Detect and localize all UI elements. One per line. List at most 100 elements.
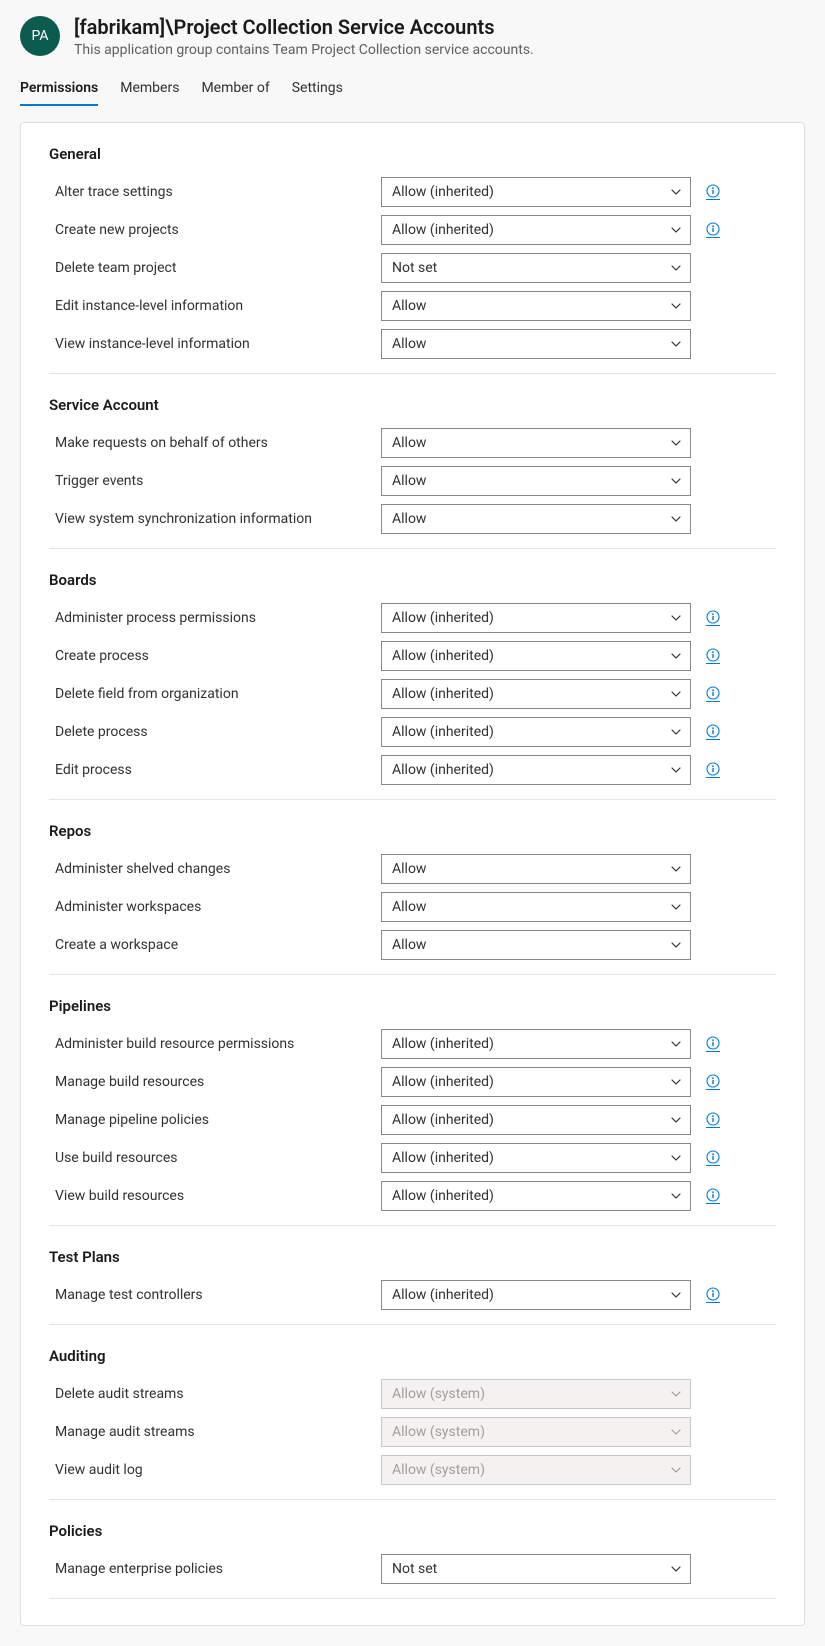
section-divider xyxy=(49,1225,776,1226)
permission-value: Allow (inherited) xyxy=(392,648,494,664)
permission-label: Use build resources xyxy=(49,1150,369,1166)
permission-value: Allow (inherited) xyxy=(392,762,494,778)
info-icon[interactable] xyxy=(706,648,720,664)
chevron-down-icon xyxy=(670,901,682,913)
tab-bar: Permissions Members Member of Settings xyxy=(0,64,825,106)
permission-dropdown[interactable]: Allow xyxy=(381,291,691,321)
permission-value: Allow (inherited) xyxy=(392,724,494,740)
permission-dropdown[interactable]: Allow (inherited) xyxy=(381,717,691,747)
chevron-down-icon xyxy=(670,650,682,662)
permission-label: Delete process xyxy=(49,724,369,740)
permission-dropdown[interactable]: Allow (inherited) xyxy=(381,755,691,785)
permission-row: View system synchronization informationA… xyxy=(49,500,776,538)
tab-permissions[interactable]: Permissions xyxy=(20,74,98,106)
section-rows: Delete audit streamsAllow (system)Manage… xyxy=(49,1375,776,1489)
permission-value: Allow xyxy=(392,861,426,877)
info-icon[interactable] xyxy=(706,184,720,200)
info-icon[interactable] xyxy=(706,222,720,238)
permission-dropdown[interactable]: Allow (inherited) xyxy=(381,1280,691,1310)
permission-row: Manage audit streams Allow (system) xyxy=(49,1413,776,1451)
section-divider xyxy=(49,1499,776,1500)
permission-dropdown[interactable]: Not set xyxy=(381,253,691,283)
section-title: Service Account xyxy=(49,396,776,414)
info-icon[interactable] xyxy=(706,1188,720,1204)
permission-row: Administer workspacesAllow xyxy=(49,888,776,926)
permission-dropdown[interactable]: Allow (inherited) xyxy=(381,603,691,633)
chevron-down-icon xyxy=(670,262,682,274)
permission-label: Administer process permissions xyxy=(49,610,369,626)
section-title: Boards xyxy=(49,571,776,589)
permission-value: Allow (inherited) xyxy=(392,184,494,200)
permission-dropdown[interactable]: Allow xyxy=(381,854,691,884)
permission-value: Allow xyxy=(392,511,426,527)
info-icon[interactable] xyxy=(706,1287,720,1303)
permission-dropdown[interactable]: Allow (inherited) xyxy=(381,679,691,709)
permission-row: Administer build resource permissionsAll… xyxy=(49,1025,776,1063)
section-rows: Administer process permissions Allow (inh… xyxy=(49,599,776,789)
chevron-down-icon xyxy=(670,300,682,312)
permission-dropdown[interactable]: Allow xyxy=(381,930,691,960)
chevron-down-icon xyxy=(670,224,682,236)
permission-label: Manage pipeline policies xyxy=(49,1112,369,1128)
page-title: [fabrikam]\Project Collection Service Ac… xyxy=(74,14,805,40)
tab-members[interactable]: Members xyxy=(120,74,179,106)
info-icon[interactable] xyxy=(706,1074,720,1090)
chevron-down-icon xyxy=(670,688,682,700)
permission-dropdown[interactable]: Allow (inherited) xyxy=(381,1029,691,1059)
tab-member-of[interactable]: Member of xyxy=(201,74,269,106)
permission-row: Use build resources Allow (inherited) xyxy=(49,1139,776,1177)
permission-dropdown[interactable]: Allow (inherited) xyxy=(381,641,691,671)
permission-dropdown[interactable]: Allow (inherited) xyxy=(381,1143,691,1173)
permission-value: Allow (inherited) xyxy=(392,1036,494,1052)
section-rows: Alter trace settingsAllow (inherited)Cre… xyxy=(49,173,776,363)
chevron-down-icon xyxy=(670,1388,682,1400)
permission-value: Allow (system) xyxy=(392,1424,485,1440)
permissions-panel: GeneralAlter trace settingsAllow (inheri… xyxy=(20,122,805,1626)
info-icon[interactable] xyxy=(706,610,720,626)
section-title: Auditing xyxy=(49,1347,776,1365)
permission-dropdown[interactable]: Allow (inherited) xyxy=(381,1105,691,1135)
permission-label: Create process xyxy=(49,648,369,664)
permission-value: Not set xyxy=(392,260,437,276)
info-icon[interactable] xyxy=(706,762,720,778)
permission-dropdown[interactable]: Allow xyxy=(381,466,691,496)
permission-value: Allow (inherited) xyxy=(392,610,494,626)
info-icon[interactable] xyxy=(706,1036,720,1052)
permission-value: Allow xyxy=(392,298,426,314)
permission-value: Allow (inherited) xyxy=(392,1074,494,1090)
section-service-account: Service AccountMake requests on behalf o… xyxy=(49,396,776,549)
permission-row: Administer process permissions Allow (inh… xyxy=(49,599,776,637)
permission-value: Allow (system) xyxy=(392,1386,485,1402)
permission-dropdown[interactable]: Not set xyxy=(381,1554,691,1584)
permission-dropdown[interactable]: Allow (inherited) xyxy=(381,215,691,245)
info-icon[interactable] xyxy=(706,1112,720,1128)
permission-dropdown[interactable]: Allow xyxy=(381,504,691,534)
permission-dropdown[interactable]: Allow (inherited) xyxy=(381,1067,691,1097)
permission-value: Allow xyxy=(392,336,426,352)
section-test-plans: Test PlansManage test controllersAllow (… xyxy=(49,1248,776,1325)
chevron-down-icon xyxy=(670,186,682,198)
permission-label: Create new projects xyxy=(49,222,369,238)
permission-label: Manage build resources xyxy=(49,1074,369,1090)
tab-settings[interactable]: Settings xyxy=(292,74,343,106)
permission-dropdown[interactable]: Allow xyxy=(381,329,691,359)
permission-label: Manage audit streams xyxy=(49,1424,369,1440)
info-icon[interactable] xyxy=(706,686,720,702)
section-divider xyxy=(49,799,776,800)
section-policies: PoliciesManage enterprise policiesNot se… xyxy=(49,1522,776,1599)
permission-value: Allow xyxy=(392,899,426,915)
chevron-down-icon xyxy=(670,1076,682,1088)
permission-value: Allow (inherited) xyxy=(392,1287,494,1303)
tab-label: Settings xyxy=(292,80,343,96)
chevron-down-icon xyxy=(670,1190,682,1202)
section-pipelines: PipelinesAdminister build resource permi… xyxy=(49,997,776,1226)
section-boards: Boards Administer process permissions Allo… xyxy=(49,571,776,800)
permission-dropdown[interactable]: Allow (inherited) xyxy=(381,1181,691,1211)
permission-dropdown[interactable]: Allow (inherited) xyxy=(381,177,691,207)
permission-value: Not set xyxy=(392,1561,437,1577)
info-icon[interactable] xyxy=(706,1150,720,1166)
info-icon[interactable] xyxy=(706,724,720,740)
permission-dropdown[interactable]: Allow xyxy=(381,892,691,922)
permission-dropdown[interactable]: Allow xyxy=(381,428,691,458)
permission-row: Manage pipeline policies Allow (inherited… xyxy=(49,1101,776,1139)
